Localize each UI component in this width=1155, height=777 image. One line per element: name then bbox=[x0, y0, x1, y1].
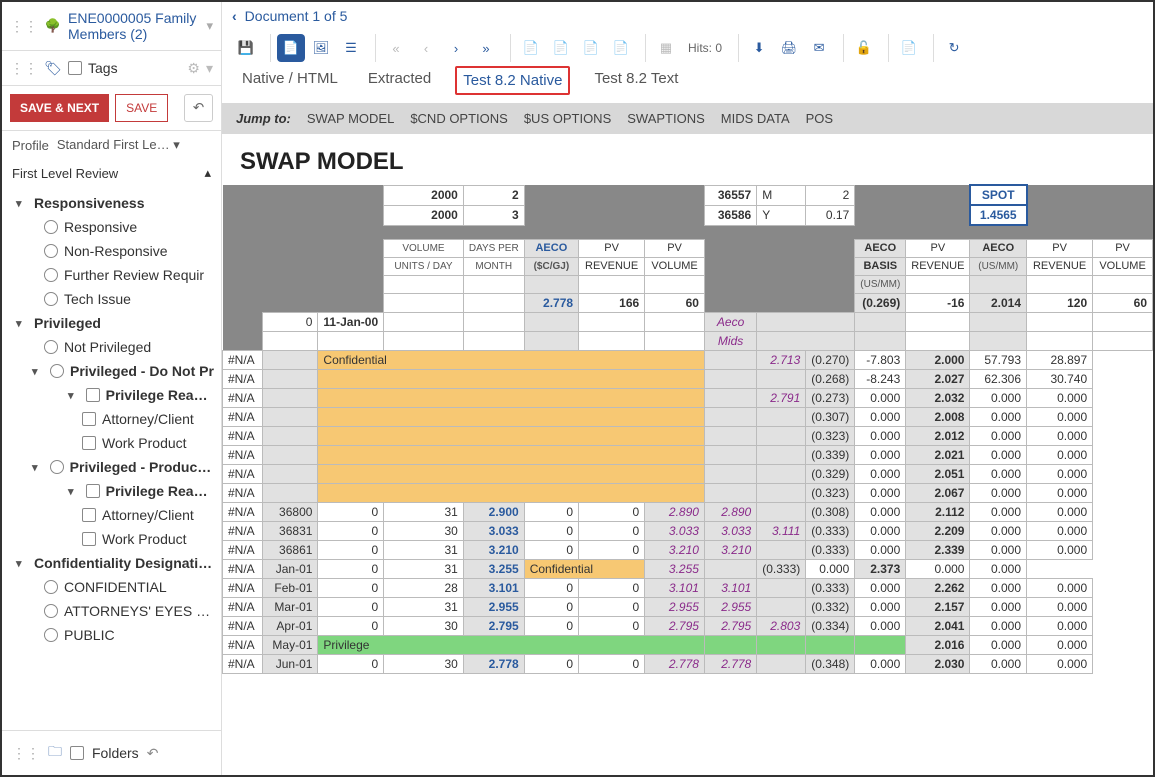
table-row: #N/A2.791(0.273)0.0002.0320.0000.000 bbox=[223, 388, 1153, 407]
profile-dropdown[interactable]: Standard First Le… ▾ bbox=[57, 137, 211, 153]
tree-work-product-1[interactable]: Work Product bbox=[2, 431, 221, 455]
tab-test-text[interactable]: Test 8.2 Text bbox=[588, 66, 684, 95]
undo-button[interactable]: ↶ bbox=[184, 94, 213, 122]
email-icon[interactable]: ✉ bbox=[805, 34, 833, 62]
tree-attorney-client-2[interactable]: Attorney/Client bbox=[2, 503, 221, 527]
table-row: #N/A368000312.900002.8902.890(0.308)0.00… bbox=[223, 502, 1153, 521]
doc-view-icon[interactable]: 📄 bbox=[277, 34, 305, 62]
drag-handle-icon[interactable]: ⋮⋮ bbox=[10, 18, 38, 35]
tree-tech-issue[interactable]: Tech Issue bbox=[2, 287, 221, 311]
jump-pos[interactable]: POS bbox=[806, 111, 833, 126]
table-row: #N/AMay-01Privilege2.0160.0000.000 bbox=[223, 635, 1153, 654]
tree-confidential[interactable]: CONFIDENTIAL bbox=[2, 575, 221, 599]
tree-aeo[interactable]: ATTORNEYS' EYES ON bbox=[2, 599, 221, 623]
jump-cnd-options[interactable]: $CND OPTIONS bbox=[410, 111, 508, 126]
jump-us-options[interactable]: $US OPTIONS bbox=[524, 111, 611, 126]
review-level-toggle[interactable]: First Level Review ▴ bbox=[2, 159, 221, 187]
page-icon-1[interactable]: 📄 bbox=[517, 34, 545, 62]
tree-confidentiality[interactable]: Confidentiality Designation bbox=[2, 551, 221, 575]
table-row: #N/A(0.339)0.0002.0210.0000.000 bbox=[223, 445, 1153, 464]
drag-handle-icon[interactable]: ⋮⋮ bbox=[10, 60, 38, 77]
table-row: #N/A(0.329)0.0002.0510.0000.000 bbox=[223, 464, 1153, 483]
save-next-button[interactable]: SAVE & NEXT bbox=[10, 94, 109, 122]
table-row: #N/AJan-010313.255Confidential3.255(0.33… bbox=[223, 559, 1153, 578]
list-view-icon[interactable]: ☰ bbox=[337, 34, 365, 62]
table-row: #N/A368310303.033003.0333.0333.111(0.333… bbox=[223, 521, 1153, 540]
tab-extracted[interactable]: Extracted bbox=[362, 66, 437, 95]
jump-swaptions[interactable]: SWAPTIONS bbox=[627, 111, 705, 126]
tree-responsive[interactable]: Responsive bbox=[2, 215, 221, 239]
print-icon[interactable]: 🖨 bbox=[775, 34, 803, 62]
page-icon-4[interactable]: 📄 bbox=[607, 34, 635, 62]
doc-nav-label: Document 1 of 5 bbox=[245, 8, 348, 24]
jump-mids-data[interactable]: MIDS DATA bbox=[721, 111, 790, 126]
save-icon[interactable]: 💾 bbox=[232, 34, 260, 62]
grid-icon[interactable]: ▦ bbox=[652, 34, 680, 62]
page-icon-2[interactable]: 📄 bbox=[547, 34, 575, 62]
page-icon-3[interactable]: 📄 bbox=[577, 34, 605, 62]
first-page-icon[interactable]: « bbox=[382, 34, 410, 62]
undo-icon[interactable]: ↶ bbox=[147, 745, 159, 762]
tree-priv-dnp[interactable]: Privileged - Do Not Pr bbox=[2, 359, 221, 383]
jump-label: Jump to: bbox=[236, 111, 291, 126]
tree-non-responsive[interactable]: Non-Responsive bbox=[2, 239, 221, 263]
tree-privileged[interactable]: Privileged bbox=[2, 311, 221, 335]
table-row: #N/A(0.268)-8.2432.02762.30630.740 bbox=[223, 369, 1153, 388]
tags-label: Tags bbox=[88, 60, 118, 76]
gear-icon[interactable]: ⚙ bbox=[187, 60, 200, 77]
hits-label: Hits: 0 bbox=[682, 41, 728, 55]
table-row: #N/AFeb-010283.101003.1013.101(0.333)0.0… bbox=[223, 578, 1153, 597]
jump-swap-model[interactable]: SWAP MODEL bbox=[307, 111, 394, 126]
save-button[interactable]: SAVE bbox=[115, 94, 168, 122]
last-page-icon[interactable]: » bbox=[472, 34, 500, 62]
table-row: #N/A368610313.210003.2103.210(0.333)0.00… bbox=[223, 540, 1153, 559]
table-row: #N/AConfidential2.713(0.270)-7.8032.0005… bbox=[223, 350, 1153, 369]
tree-not-privileged[interactable]: Not Privileged bbox=[2, 335, 221, 359]
prev-page-icon[interactable]: ‹ bbox=[412, 34, 440, 62]
chevron-down-icon[interactable]: ▾ bbox=[206, 60, 213, 77]
tree-responsiveness[interactable]: Responsiveness bbox=[2, 191, 221, 215]
sheet-title: SWAP MODEL bbox=[222, 134, 1153, 184]
download-icon[interactable]: ⬇ bbox=[745, 34, 773, 62]
tree-public[interactable]: PUBLIC bbox=[2, 623, 221, 647]
tree-priv-reason-1[interactable]: Privilege Reason bbox=[2, 383, 221, 407]
tree-work-product-2[interactable]: Work Product bbox=[2, 527, 221, 551]
history-icon[interactable]: ↻ bbox=[940, 34, 968, 62]
table-row: #N/A(0.307)0.0002.0080.0000.000 bbox=[223, 407, 1153, 426]
tree-further-review[interactable]: Further Review Requir bbox=[2, 263, 221, 287]
profile-label: Profile bbox=[12, 138, 49, 153]
chevron-down-icon[interactable]: ▾ bbox=[206, 18, 213, 34]
tag-icon: 🏷 bbox=[44, 59, 62, 77]
table-row: #N/A(0.323)0.0002.0670.0000.000 bbox=[223, 483, 1153, 502]
tags-checkbox[interactable] bbox=[68, 61, 82, 75]
table-row: #N/AJun-010302.778002.7782.778(0.348)0.0… bbox=[223, 654, 1153, 673]
tree-priv-prod[interactable]: Privileged - Produce R bbox=[2, 455, 221, 479]
back-icon[interactable]: ‹ bbox=[232, 8, 237, 24]
blank-page-icon[interactable]: 📄 bbox=[895, 34, 923, 62]
collapse-up-icon: ▴ bbox=[204, 165, 211, 181]
tree-priv-reason-2[interactable]: Privilege Reason bbox=[2, 479, 221, 503]
folders-checkbox[interactable] bbox=[70, 746, 84, 760]
tab-test-native[interactable]: Test 8.2 Native bbox=[455, 66, 570, 95]
image-view-icon[interactable]: 🖼 bbox=[307, 34, 335, 62]
family-title: ENE0000005 Family Members (2) bbox=[68, 10, 200, 42]
spreadsheet-table: 2000 2 36557 M 2 SPOT bbox=[222, 184, 1153, 674]
tree-icon: 🌳 bbox=[44, 17, 62, 35]
drag-handle-icon[interactable]: ⋮⋮ bbox=[12, 745, 40, 762]
tab-native-html[interactable]: Native / HTML bbox=[236, 66, 344, 95]
next-page-icon[interactable]: › bbox=[442, 34, 470, 62]
tree-attorney-client-1[interactable]: Attorney/Client bbox=[2, 407, 221, 431]
jump-bar: Jump to: SWAP MODEL $CND OPTIONS $US OPT… bbox=[222, 103, 1153, 134]
folder-icon: 🗀 bbox=[48, 741, 62, 765]
table-row: #N/AApr-010302.795002.7952.7952.803(0.33… bbox=[223, 616, 1153, 635]
unlock-icon[interactable]: 🔓 bbox=[850, 34, 878, 62]
table-row: #N/AMar-010312.955002.9552.955(0.332)0.0… bbox=[223, 597, 1153, 616]
folders-label: Folders bbox=[92, 745, 139, 761]
table-row: #N/A(0.323)0.0002.0120.0000.000 bbox=[223, 426, 1153, 445]
